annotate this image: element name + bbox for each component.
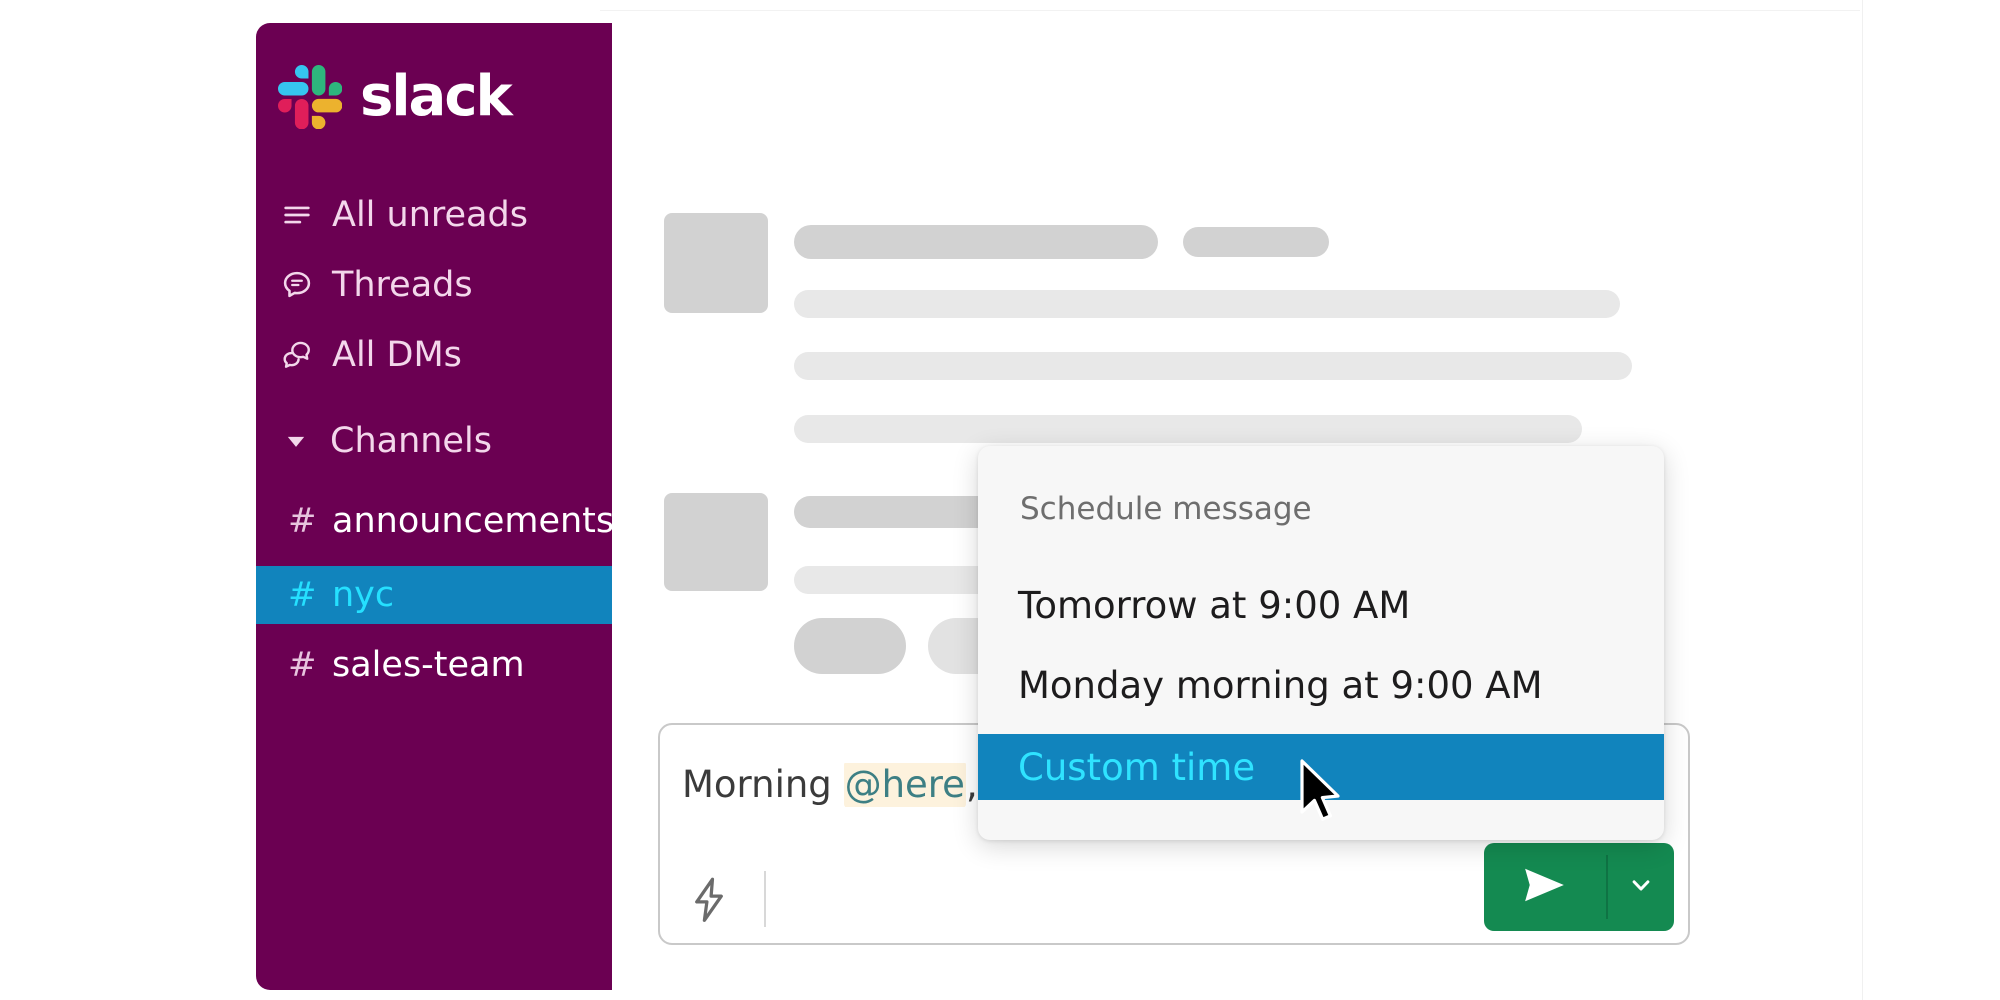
message-text-placeholder [794,415,1582,443]
brand-name: slack [360,64,513,129]
menu-item-label: Monday morning at 9:00 AM [1018,663,1543,707]
sidebar-item-label: Threads [332,264,473,305]
message-author-placeholder [794,225,1158,259]
chevron-down-icon [1626,870,1656,905]
message-timestamp-placeholder [1183,227,1329,257]
slack-logo-icon [278,65,343,130]
mention-chip: @here [843,763,966,808]
sidebar-item-label: All DMs [332,334,462,375]
direct-messages-bubbles-icon [280,338,314,372]
window-top-edge [600,10,1860,11]
avatar [664,213,768,313]
avatar [664,493,768,591]
sidebar-item-all-dms[interactable]: All DMs [256,327,612,383]
send-button[interactable] [1484,843,1606,931]
hash-icon: # [288,501,317,541]
menu-item-label: Tomorrow at 9:00 AM [1018,583,1411,627]
channels-section-label: Channels [330,420,492,461]
send-button-group[interactable] [1484,843,1674,931]
hash-icon: # [288,575,317,615]
composer-toolbar [660,843,1688,943]
message-text-placeholder [794,290,1620,318]
channel-name-label: announcements [332,500,612,541]
slack-app-window: slack All unreads Threads All DMs Channe… [0,0,2000,1000]
sidebar-channel-nyc[interactable]: # nyc [256,566,612,624]
sidebar-item-all-unreads[interactable]: All unreads [256,187,612,243]
message-text-placeholder [794,352,1632,380]
sidebar-channel-announcements[interactable]: # announcements [256,493,612,549]
hash-icon: # [288,645,317,685]
lightning-bolt-icon[interactable] [686,875,732,925]
window-right-edge [1862,0,1863,1000]
composer-text-prefix: Morning [682,763,844,806]
chevron-down-filled-icon [282,427,310,455]
channels-section-header[interactable]: Channels [256,415,612,467]
sidebar: slack All unreads Threads All DMs Channe… [256,23,612,990]
channel-name-label: sales-team [332,644,525,685]
menu-item-tomorrow[interactable]: Tomorrow at 9:00 AM [978,574,1664,636]
menu-item-custom-time[interactable]: Custom time [978,734,1664,800]
send-options-button[interactable] [1608,843,1674,931]
menu-item-label: Custom time [1018,745,1256,789]
schedule-menu-title: Schedule message [1020,491,1312,527]
unreads-lines-icon [280,198,314,232]
paper-plane-icon [1519,862,1571,913]
sidebar-item-label: All unreads [332,194,528,235]
sidebar-item-threads[interactable]: Threads [256,257,612,313]
thread-bubble-icon [280,268,314,302]
channel-name-label: nyc [332,574,395,615]
reaction-chip-placeholder[interactable] [794,618,906,674]
toolbar-divider [764,871,766,927]
menu-item-monday-morning[interactable]: Monday morning at 9:00 AM [978,654,1664,716]
sidebar-channel-sales-team[interactable]: # sales-team [256,637,612,693]
schedule-message-menu: Schedule message Tomorrow at 9:00 AM Mon… [978,446,1664,840]
brand: slack [278,51,578,143]
